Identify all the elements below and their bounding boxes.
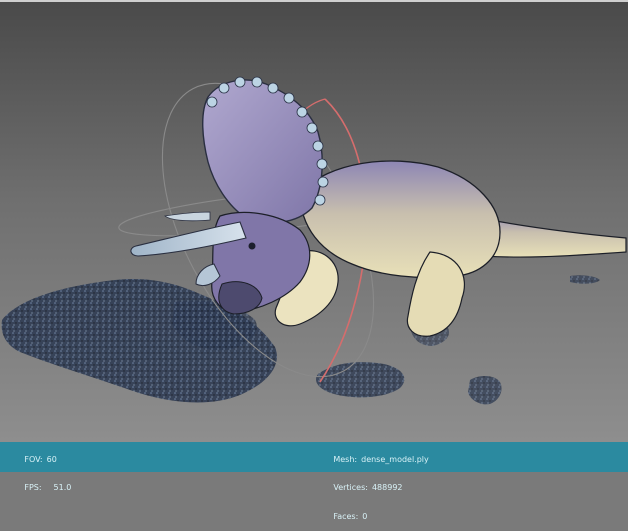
viewer-info-panel: FOV: 60 FPS: 51.0 xyxy=(4,445,71,502)
vertices-value: 488992 xyxy=(371,483,403,492)
scene-canvas[interactable] xyxy=(0,2,628,442)
fps-readout: FPS: 51.0 xyxy=(4,474,71,503)
fov-readout: FOV: 60 xyxy=(4,445,71,474)
faces-value: 0 xyxy=(362,511,368,521)
point-cloud-viewer-window: FOV: 60 FPS: 51.0 Mesh: dense_model.ply Ver… xyxy=(0,0,628,521)
3d-viewport[interactable] xyxy=(0,2,628,442)
status-bar: FOV: 60 FPS: 51.0 Mesh: dense_model.ply Ver… xyxy=(0,442,628,521)
model-info-panel: Mesh: dense_model.ply Vertices: 488992 Fac… xyxy=(313,445,429,531)
fps-label: FPS: xyxy=(24,483,42,492)
faces-label: Faces: xyxy=(333,511,359,521)
mesh-value: dense_model.ply xyxy=(361,454,429,464)
faces-readout: Faces: 0 xyxy=(313,502,429,531)
vertices-readout: Vertices: 488992 xyxy=(313,474,429,503)
eye-icon xyxy=(248,242,256,250)
mesh-label: Mesh: xyxy=(333,454,358,464)
fov-value: 60 xyxy=(46,454,57,464)
vertices-label: Vertices: xyxy=(333,483,368,492)
mesh-readout: Mesh: dense_model.ply xyxy=(313,445,429,474)
fov-label: FOV: xyxy=(24,454,43,464)
fps-value: 51.0 xyxy=(53,483,72,492)
